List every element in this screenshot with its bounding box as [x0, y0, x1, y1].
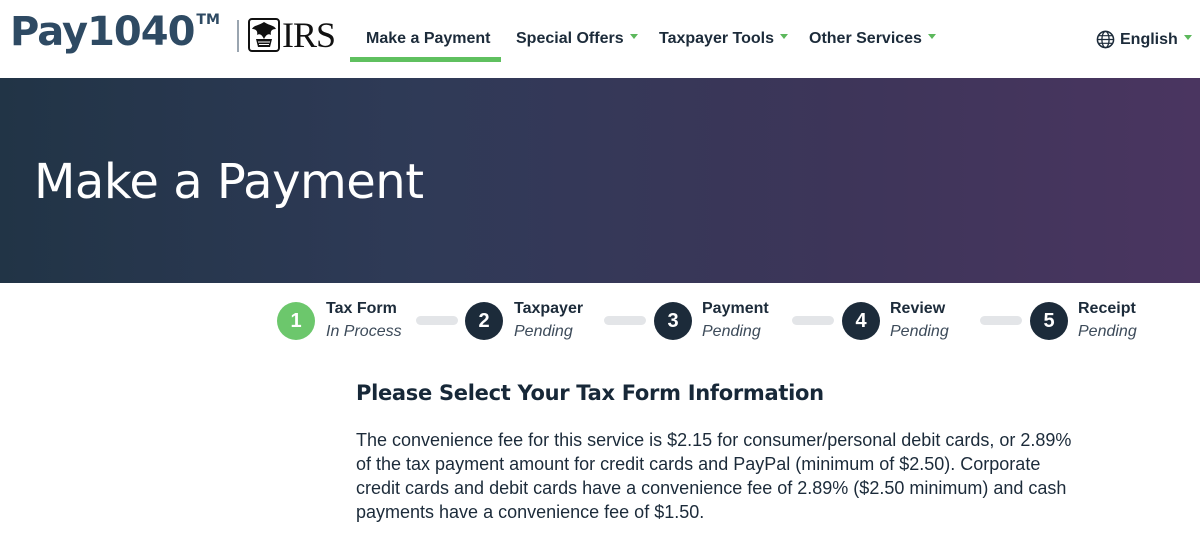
step-connector [604, 316, 646, 325]
step-connector [792, 316, 834, 325]
hero-banner: Make a Payment [0, 78, 1200, 283]
language-label: English [1120, 30, 1178, 48]
brand-trademark: TM [196, 12, 220, 28]
language-selector[interactable]: English [1096, 30, 1192, 49]
step-1-status: In Process [326, 323, 402, 340]
active-nav-indicator [350, 57, 501, 62]
convenience-fee-notice: The convenience fee for this service is … [356, 430, 1072, 522]
chevron-down-icon [1183, 35, 1192, 40]
step-3-circle: 3 [654, 302, 692, 340]
brand-name: Pay1040 [10, 9, 195, 55]
step-4-circle: 4 [842, 302, 880, 340]
step-5-status: Pending [1078, 323, 1137, 340]
irs-logo: IRS [248, 15, 336, 55]
step-3-status: Pending [702, 323, 761, 340]
globe-icon [1096, 30, 1115, 49]
nav-special-offers-label: Special Offers [516, 30, 624, 47]
chevron-down-icon [927, 34, 936, 40]
step-2-circle: 2 [465, 302, 503, 340]
irs-eagle-seal-icon [248, 18, 280, 52]
step-connector [416, 316, 458, 325]
step-1-title: Tax Form [326, 300, 397, 317]
section-heading: Please Select Your Tax Form Information [356, 381, 824, 405]
logo-divider [237, 20, 239, 52]
nav-make-a-payment[interactable]: Make a Payment [366, 30, 491, 48]
page-title: Make a Payment [34, 154, 424, 210]
step-1-circle: 1 [277, 302, 315, 340]
step-connector [980, 316, 1022, 325]
nav-other-services[interactable]: Other Services [809, 30, 936, 48]
step-4-status: Pending [890, 323, 949, 340]
irs-wordmark: IRS [282, 15, 336, 55]
step-2-title: Taxpayer [514, 300, 584, 317]
step-4-title: Review [890, 300, 946, 317]
nav-special-offers[interactable]: Special Offers [516, 30, 638, 48]
top-navigation-bar: Pay1040 TM IRS Make a Payment Special Of… [0, 0, 1200, 78]
nav-taxpayer-tools-label: Taxpayer Tools [659, 30, 774, 47]
step-2-status: Pending [514, 323, 573, 340]
chevron-down-icon [629, 34, 638, 40]
pay1040-logo[interactable]: Pay1040 TM [10, 8, 220, 56]
step-5-title: Receipt [1078, 300, 1136, 317]
chevron-down-icon [780, 34, 788, 40]
nav-make-a-payment-label: Make a Payment [366, 30, 491, 47]
step-5-circle: 5 [1030, 302, 1068, 340]
nav-other-services-label: Other Services [809, 30, 922, 47]
nav-taxpayer-tools[interactable]: Taxpayer Tools [659, 30, 788, 48]
step-3-title: Payment [702, 300, 769, 317]
